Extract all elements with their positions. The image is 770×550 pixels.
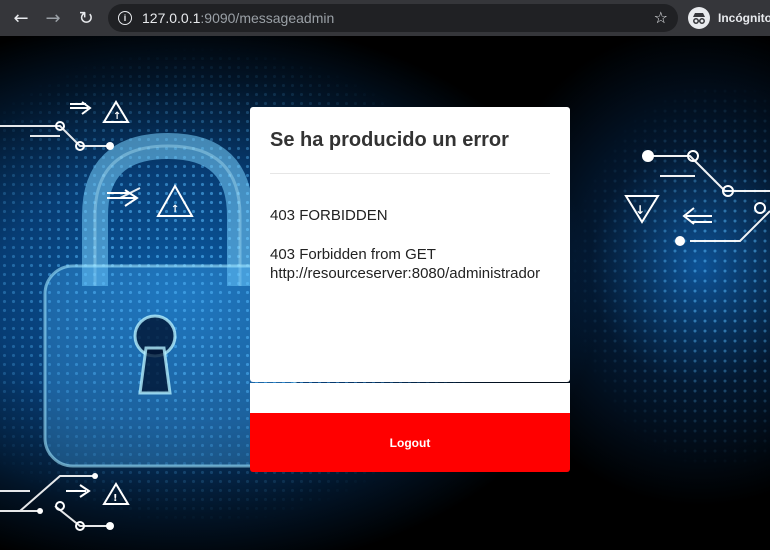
- incognito-indicator[interactable]: Incógnito: [688, 5, 770, 31]
- svg-text:↓: ↓: [635, 203, 645, 217]
- svg-text:↑: ↑: [171, 204, 179, 215]
- bookmark-star-icon[interactable]: ☆: [654, 8, 668, 27]
- arrow-right-icon: →: [45, 7, 61, 29]
- card-footer: [250, 383, 570, 413]
- url-text[interactable]: 127.0.0.1:9090/messageadmin: [142, 10, 334, 26]
- forward-button[interactable]: →: [40, 5, 66, 31]
- error-card: Se ha producido un error 403 FORBIDDEN 4…: [250, 107, 570, 382]
- error-code: 403 FORBIDDEN: [270, 207, 388, 224]
- browser-toolbar: ← → ↻ i 127.0.0.1:9090/messageadmin ☆ In…: [0, 0, 770, 36]
- svg-text:↑: ↑: [113, 111, 121, 122]
- back-button[interactable]: ←: [8, 5, 34, 31]
- card-title: Se ha producido un error: [270, 129, 509, 151]
- url-host: 127.0.0.1: [142, 10, 201, 26]
- url-path: :9090/messageadmin: [200, 10, 335, 26]
- svg-text:!: !: [113, 493, 118, 504]
- incognito-icon: [688, 7, 710, 29]
- info-icon[interactable]: i: [118, 11, 132, 25]
- error-message: 403 Forbidden from GET http://resourcese…: [270, 246, 541, 282]
- reload-button[interactable]: ↻: [73, 5, 99, 31]
- incognito-label: Incógnito: [718, 11, 770, 25]
- card-divider: [270, 173, 550, 174]
- arrow-left-icon: ←: [13, 7, 29, 29]
- reload-icon: ↻: [78, 7, 94, 29]
- address-bar[interactable]: i 127.0.0.1:9090/messageadmin ☆: [108, 4, 678, 32]
- logout-button[interactable]: Logout: [250, 413, 570, 472]
